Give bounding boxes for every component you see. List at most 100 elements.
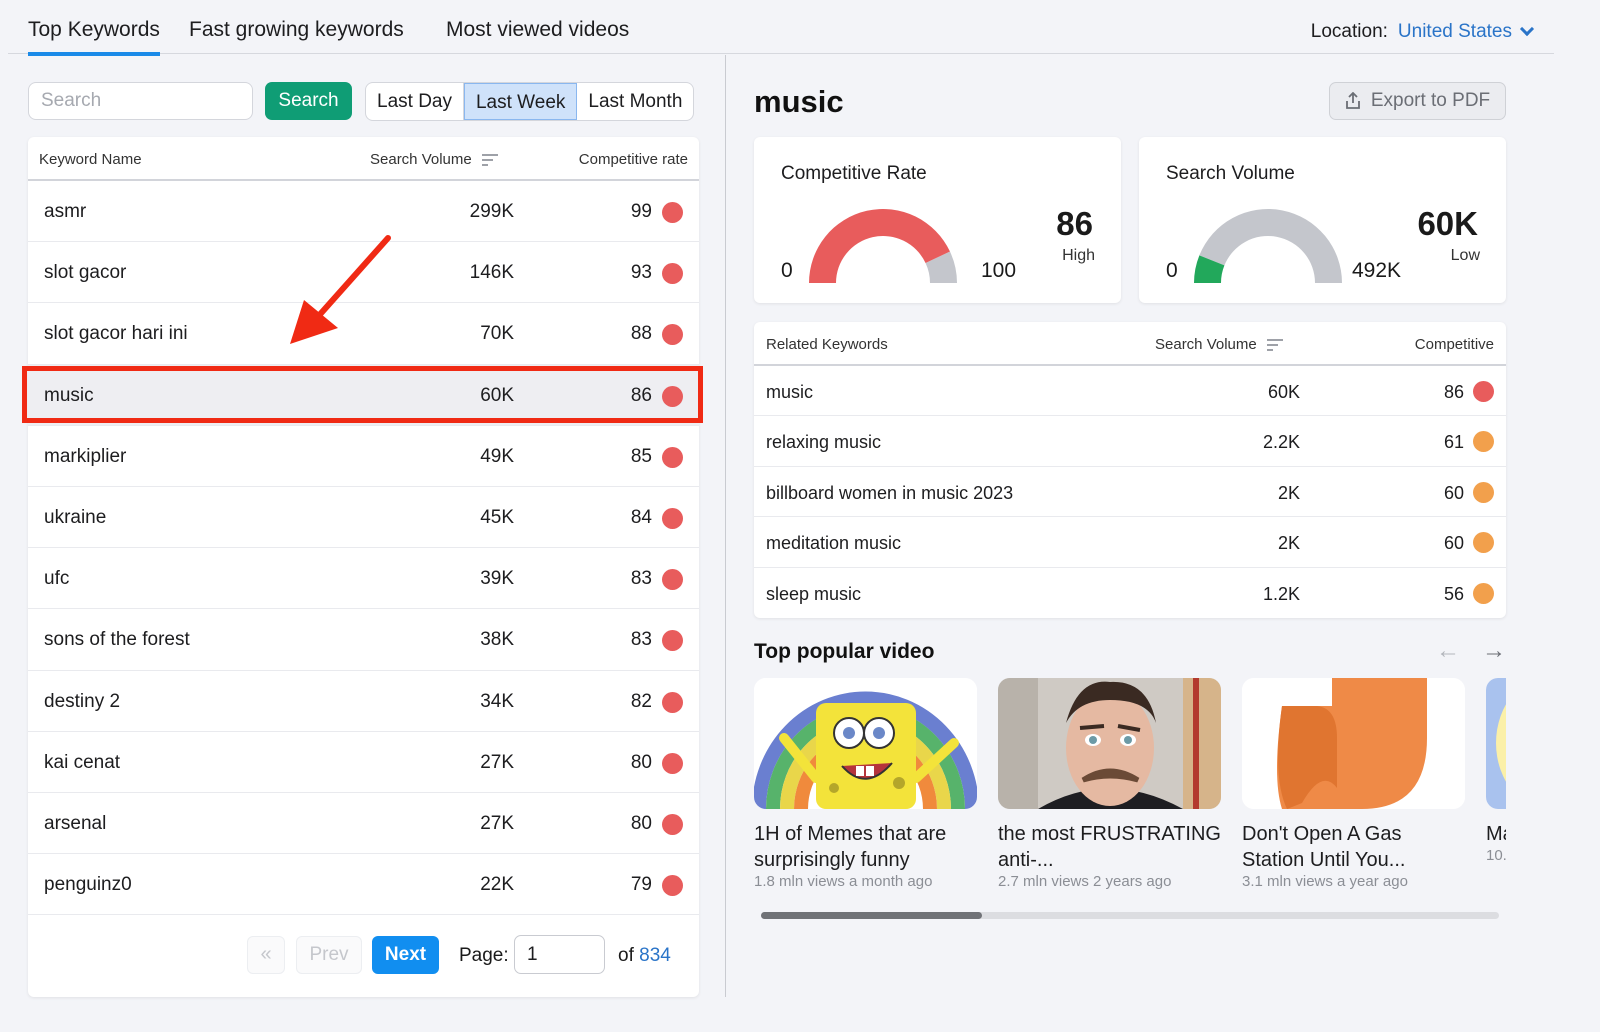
competitive-level-dot-icon [1473,381,1494,402]
related-keyword-rate: 60 [1443,533,1464,554]
keyword-rate: 83 [630,568,652,590]
keyword-volume: 70K [480,323,514,345]
keyword-row[interactable]: ukraine 45K 84 [28,487,699,549]
video-title[interactable]: 1H of Memes that are surprisingly funny [754,821,977,873]
competitive-rate-title: Competitive Rate [781,163,927,184]
arrow-right-icon[interactable]: → [1482,637,1506,665]
keyword-row[interactable]: kai cenat 27K 80 [28,732,699,793]
tab-most-viewed-videos[interactable]: Most viewed videos [446,18,629,52]
competitive-level-dot-icon [1473,431,1494,453]
keyword-rate: 88 [630,323,652,345]
competitive-level-dot-icon [662,630,683,652]
keyword-row[interactable]: penguinz0 22K 79 [28,854,699,916]
search-volume-card: Search Volume 0 492K 60K Low [1139,137,1506,303]
keyword-volume: 38K [480,629,514,651]
video-title[interactable]: Ma... Du... [1486,821,1506,847]
tabs-bar: Top Keywords Fast growing keywords Most … [8,0,1554,56]
keyword-volume: 39K [480,568,514,590]
page-total: of 834 [618,945,671,967]
video-thumbnail-orange[interactable] [1242,678,1465,809]
keyword-volume: 299K [469,201,514,222]
keyword-row[interactable]: slot gacor hari ini 70K 88 [28,303,699,365]
related-keyword-volume: 2K [1277,533,1300,554]
chevron-down-icon [1519,21,1535,37]
keyword-row[interactable]: asmr 299K 99 [28,181,699,243]
sort-icon[interactable] [481,153,498,166]
keyword-name: ufc [44,568,70,590]
video-card[interactable]: the most FRUSTRATING anti-... 2.7 mln vi… [998,678,1221,890]
related-keyword-row[interactable]: billboard women in music 2023 2K 60 [754,467,1506,518]
keyword-name: slot gacor [44,262,127,284]
keyword-volume: 49K [480,445,514,467]
related-keyword-name: meditation music [766,533,902,554]
total-pages-link[interactable]: 834 [639,945,671,966]
keyword-rate: 82 [630,690,652,712]
header-search-volume-label: Search Volume [370,151,472,168]
keyword-row[interactable]: ufc 39K 83 [28,548,699,610]
period-last-week[interactable]: Last Week [463,83,578,120]
related-keywords-table: Related Keywords Search Volume Competiti… [754,322,1506,618]
keyword-row[interactable]: music 60K 86 [28,364,699,426]
prev-page-button[interactable]: Prev [296,936,362,974]
keyword-volume: 27K [480,812,514,834]
video-title[interactable]: Don't Open A Gas Station Until You... [1242,821,1465,873]
first-page-button[interactable]: « [247,936,285,974]
competitive-level-dot-icon [662,875,683,897]
search-input[interactable] [28,82,253,120]
keyword-rate: 84 [630,506,652,528]
tab-top-keywords[interactable]: Top Keywords [28,18,160,56]
gauge-min-label: 0 [781,259,793,282]
keyword-volume: 34K [480,690,514,712]
header-related-competitive: Competitive [1414,336,1494,353]
search-button[interactable]: Search [265,82,352,120]
competitive-level-dot-icon [662,385,683,407]
keyword-volume: 146K [469,262,514,284]
header-keyword-name: Keyword Name [39,151,142,168]
location-label: Location: [1310,21,1388,42]
video-title[interactable]: the most FRUSTRATING anti-... [998,821,1221,873]
next-page-button[interactable]: Next [372,936,439,974]
tab-fast-growing-keywords[interactable]: Fast growing keywords [189,18,404,52]
scrollbar-thumb[interactable] [761,912,983,919]
video-carousel-scrollbar[interactable] [761,912,1499,919]
period-last-month[interactable]: Last Month [577,83,693,120]
page-number-input[interactable] [514,935,605,974]
related-keyword-row[interactable]: sleep music 1.2K 56 [754,568,1506,618]
keyword-row[interactable]: arsenal 27K 80 [28,793,699,855]
header-related-search-volume[interactable]: Search Volume [1155,336,1283,353]
related-keyword-row[interactable]: relaxing music 2.2K 61 [754,416,1506,467]
competitive-rate-level: High [1062,247,1095,264]
location-value: United States [1397,21,1512,42]
header-related-keywords: Related Keywords [766,336,888,353]
of-label: of [618,945,634,966]
keyword-rate: 80 [630,751,652,773]
video-card[interactable]: Don't Open A Gas Station Until You... 3.… [1242,678,1465,890]
competitive-level-dot-icon [1473,532,1494,554]
video-thumbnail-man[interactable] [998,678,1221,809]
search-volume-value: 60K [1417,205,1478,242]
competitive-level-dot-icon [662,813,683,835]
video-thumbnail-spongebob[interactable] [754,678,977,809]
keyword-volume: 22K [480,874,514,896]
arrow-left-icon[interactable]: ← [1436,637,1460,665]
video-card[interactable]: Ma... Du... 10... [1486,678,1506,864]
keyword-row[interactable]: destiny 2 34K 82 [28,671,699,732]
keyword-row[interactable]: markiplier 49K 85 [28,426,699,487]
video-card[interactable]: 1H of Memes that are surprisingly funny … [754,678,977,890]
export-pdf-button[interactable]: Export to PDF [1329,82,1506,120]
related-keyword-row[interactable]: music 60K 86 [754,366,1506,417]
related-keyword-name: relaxing music [766,432,882,453]
related-keywords-header: Related Keywords Search Volume Competiti… [754,322,1506,366]
header-search-volume[interactable]: Search Volume [370,151,498,168]
keyword-row[interactable]: sons of the forest 38K 83 [28,609,699,671]
period-last-day[interactable]: Last Day [366,83,464,120]
related-keyword-row[interactable]: meditation music 2K 60 [754,517,1506,568]
keyword-detail-title: music [754,84,844,119]
video-thumbnail-partial[interactable] [1486,678,1506,809]
keyword-row[interactable]: slot gacor 146K 93 [28,242,699,304]
keyword-volume: 27K [480,751,514,773]
related-keyword-rate: 86 [1443,382,1464,402]
sort-icon[interactable] [1266,338,1283,351]
gauge-min-label: 0 [1166,259,1178,282]
location-dropdown[interactable]: United States [1397,21,1535,43]
